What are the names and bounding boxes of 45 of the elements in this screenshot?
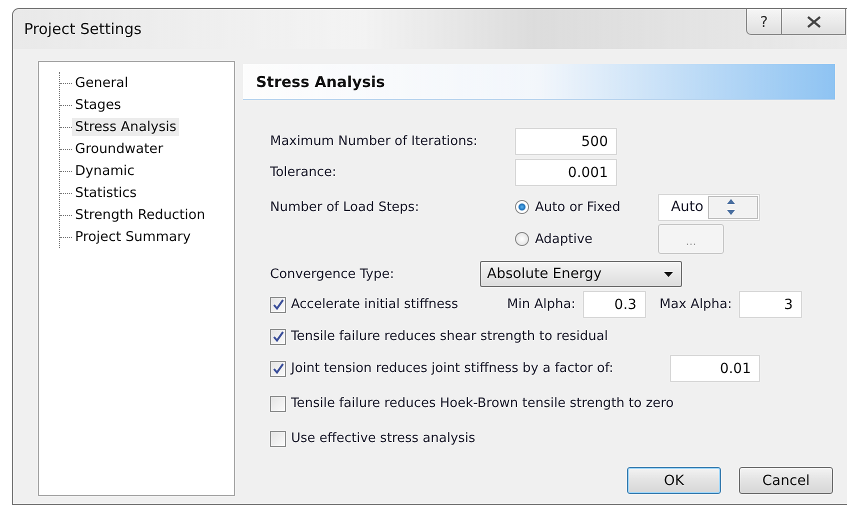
up-arrow-icon[interactable] [726, 199, 735, 204]
down-arrow-icon[interactable] [726, 210, 735, 215]
radio-label: Auto or Fixed [535, 200, 620, 214]
radio-button[interactable] [515, 200, 529, 214]
tree-item[interactable]: General [72, 74, 132, 92]
input-field[interactable]: 0.001 [515, 159, 617, 186]
input-field[interactable]: 0.01 [670, 355, 760, 382]
radio-label: Adaptive [535, 232, 593, 246]
input-field[interactable]: 3 [738, 291, 802, 318]
section-header: Stress Analysis [243, 64, 835, 100]
dropdown[interactable]: Absolute Energy [480, 261, 682, 287]
field-label: Maximum Number of Iterations: [270, 134, 478, 149]
help-button[interactable]: ? [746, 9, 782, 35]
dialog-button[interactable]: Cancel [739, 467, 833, 494]
field-label: Min Alpha: [507, 297, 576, 312]
checkbox[interactable] [270, 328, 286, 344]
field-label: Convergence Type: [270, 266, 396, 282]
close-icon [806, 16, 820, 28]
checkbox-label: Joint tension reduces joint stiffness by a factor of: [291, 361, 614, 376]
field-label: Tolerance: [270, 165, 338, 180]
radio-button[interactable] [515, 232, 529, 246]
checkbox-label: Accelerate initial stiffness [291, 297, 460, 312]
tree-item[interactable]: Groundwater [72, 140, 166, 158]
dialog-button[interactable]: OK [627, 467, 721, 494]
tree-item[interactable]: Dynamic [72, 162, 138, 180]
close-button[interactable] [782, 9, 846, 35]
checkbox[interactable] [270, 360, 286, 376]
field-label: Number of Load Steps: [270, 200, 420, 214]
tree-item[interactable]: Stages [72, 96, 124, 114]
window-title: Project Settings [24, 20, 142, 38]
tree-item[interactable]: Strength Reduction [72, 206, 208, 224]
input-field[interactable]: 0.3 [582, 291, 646, 318]
checkbox[interactable] [270, 296, 286, 312]
tree-item[interactable]: Project Summary [72, 228, 194, 246]
checkbox-label: Tensile failure reduces shear strength to residual [291, 329, 608, 344]
input-field[interactable]: 500 [515, 128, 617, 155]
checkbox[interactable] [270, 396, 286, 412]
tree-item[interactable]: Statistics [72, 184, 140, 202]
checkbox-label: Tensile failure reduces Hoek-Brown tensile strength to zero [291, 396, 674, 411]
caret-icon [664, 272, 673, 276]
checkbox[interactable] [270, 430, 286, 446]
spin-box[interactable]: Auto [658, 194, 760, 220]
checkbox-label: Use effective stress analysis [291, 431, 476, 446]
tree-item[interactable]: Stress Analysis [72, 118, 180, 136]
field-label: Max Alpha: [660, 297, 732, 312]
